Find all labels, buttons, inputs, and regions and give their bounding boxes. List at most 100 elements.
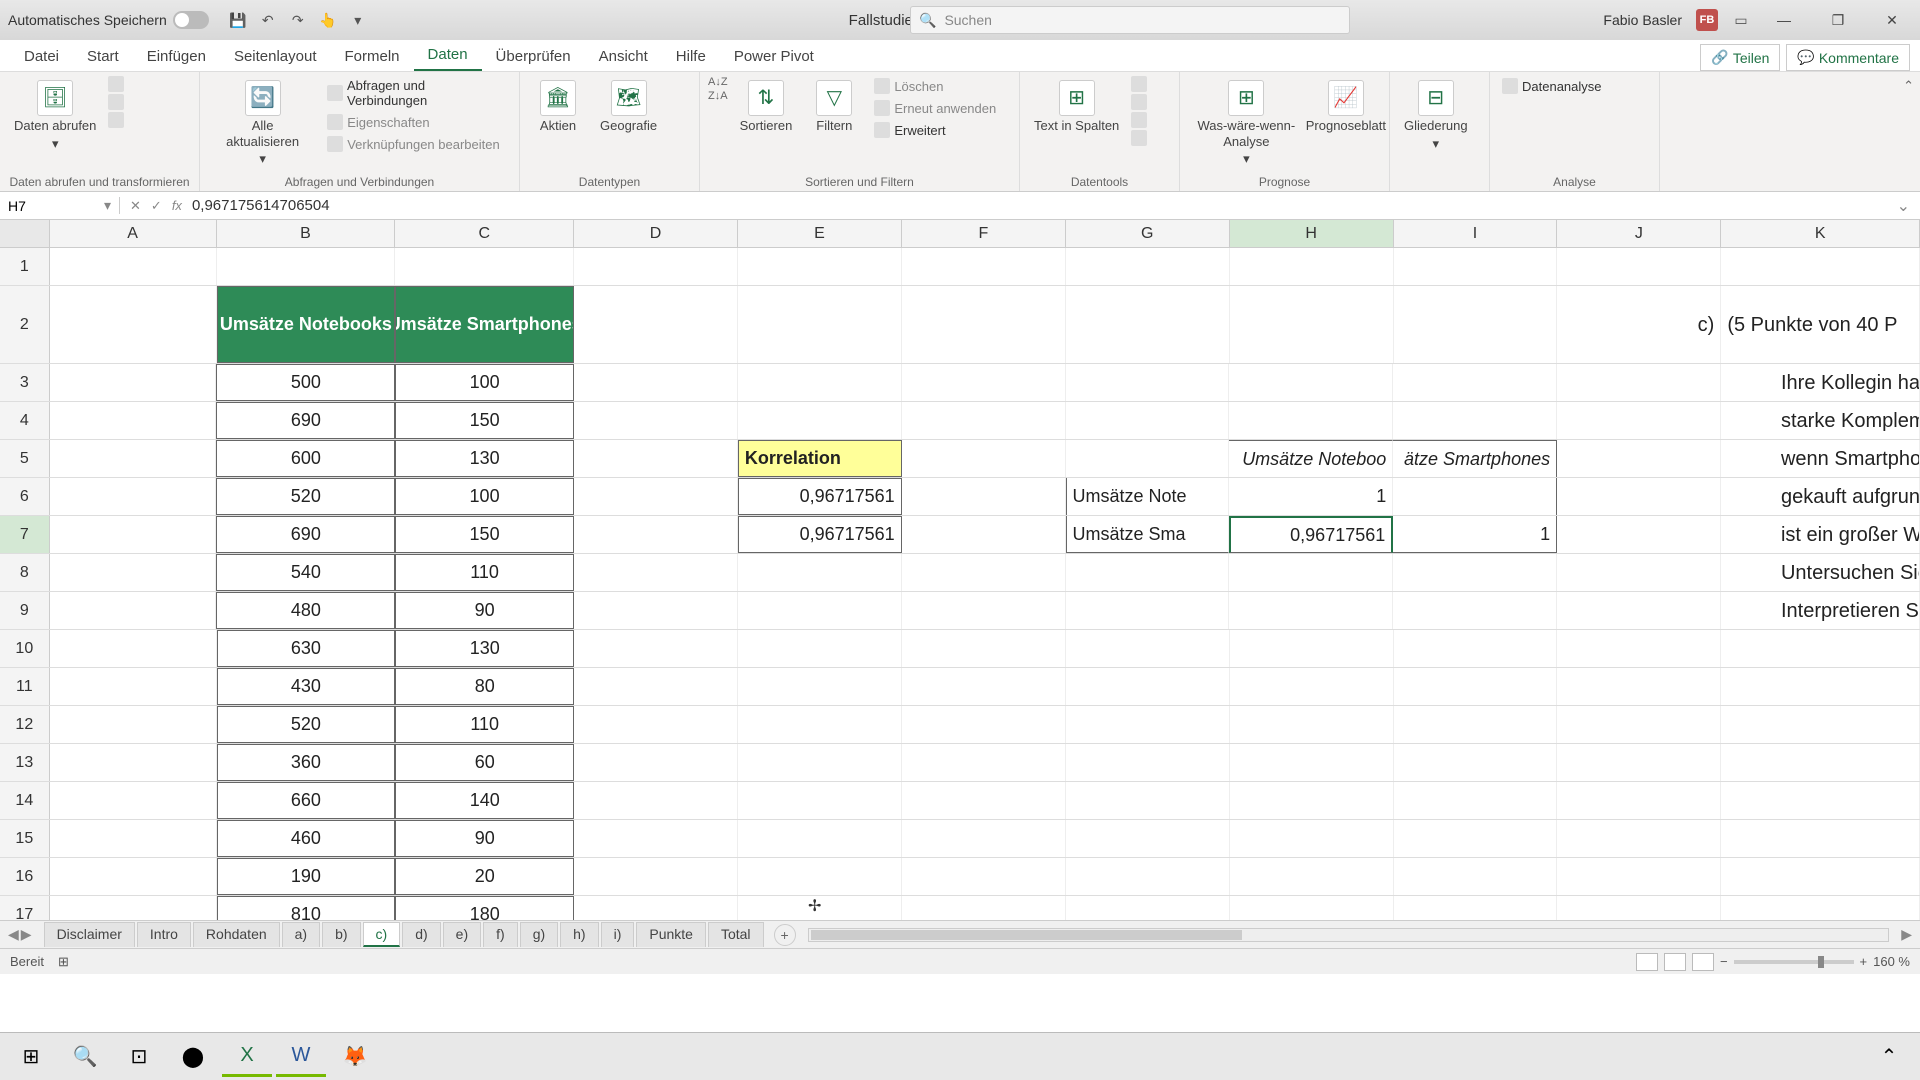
cell[interactable] (1721, 630, 1920, 667)
scroll-right-icon[interactable]: ▶ (1901, 926, 1912, 943)
cell[interactable] (574, 592, 738, 629)
sheet-tab[interactable]: f) (483, 922, 518, 947)
cell[interactable] (1557, 896, 1721, 920)
col-header-i[interactable]: I (1394, 220, 1558, 247)
cell[interactable] (1229, 402, 1393, 439)
row-header[interactable]: 2 (0, 286, 50, 363)
cell[interactable] (738, 554, 902, 591)
formula-input[interactable] (192, 197, 1877, 214)
qat-dropdown-icon[interactable]: ▾ (349, 11, 367, 29)
text-to-columns-button[interactable]: ⊞Text in Spalten (1028, 76, 1125, 138)
cell[interactable] (1066, 554, 1230, 591)
cell[interactable]: 90 (395, 592, 574, 629)
cell[interactable] (738, 744, 902, 781)
cell[interactable] (1230, 820, 1394, 857)
cell[interactable] (1557, 478, 1721, 515)
cell[interactable] (902, 402, 1066, 439)
sheet-tab[interactable]: g) (520, 922, 558, 947)
cell[interactable] (738, 896, 902, 920)
cell[interactable]: 600 (216, 440, 395, 477)
task-view-icon[interactable]: ⊡ (114, 1037, 164, 1077)
cell[interactable] (50, 592, 217, 629)
excel-taskbar-icon[interactable]: X (222, 1037, 272, 1077)
cell[interactable] (1066, 858, 1230, 895)
undo-icon[interactable]: ↶ (259, 11, 277, 29)
cell[interactable] (902, 286, 1066, 363)
cell[interactable] (1066, 896, 1230, 920)
cell[interactable]: 690 (216, 402, 395, 439)
cell[interactable] (1066, 744, 1230, 781)
cell[interactable]: wenn Smartphone (1721, 440, 1920, 477)
cell[interactable] (1557, 248, 1721, 285)
sheet-tab[interactable]: i) (601, 922, 635, 947)
sheet-tab[interactable]: Intro (137, 922, 191, 947)
touch-mode-icon[interactable]: 👆 (319, 11, 337, 29)
cell[interactable]: Umsätze Note (1066, 478, 1230, 515)
cell[interactable] (738, 402, 902, 439)
cell[interactable] (574, 896, 738, 920)
cell[interactable] (1721, 896, 1920, 920)
cell[interactable] (1394, 668, 1558, 705)
cell[interactable] (574, 402, 738, 439)
cell[interactable]: 150 (395, 402, 574, 439)
tab-seitenlayout[interactable]: Seitenlayout (220, 42, 331, 71)
row-header[interactable]: 13 (0, 744, 50, 781)
row-header[interactable]: 14 (0, 782, 50, 819)
cell[interactable] (1394, 744, 1558, 781)
row-header[interactable]: 7 (0, 516, 50, 553)
close-button[interactable]: ✕ (1872, 5, 1912, 35)
cell[interactable] (1721, 858, 1920, 895)
cell[interactable] (1557, 364, 1721, 401)
stocks-button[interactable]: 🏛Aktien (528, 76, 588, 138)
row-header[interactable]: 8 (0, 554, 50, 591)
cell[interactable]: 110 (395, 554, 574, 591)
cell[interactable] (574, 364, 738, 401)
share-button[interactable]: 🔗 Teilen (1700, 44, 1780, 71)
cell[interactable] (395, 248, 574, 285)
cell[interactable] (902, 668, 1066, 705)
col-header-c[interactable]: C (395, 220, 574, 247)
outline-button[interactable]: ⊟Gliederung ▾ (1398, 76, 1474, 155)
save-icon[interactable]: 💾 (229, 11, 247, 29)
accessibility-icon[interactable]: ⊞ (58, 954, 69, 970)
cell[interactable]: 1 (1229, 478, 1393, 515)
cell[interactable] (902, 858, 1066, 895)
cell[interactable] (574, 706, 738, 743)
col-header-b[interactable]: B (217, 220, 396, 247)
cell[interactable] (217, 248, 396, 285)
cell[interactable]: 500 (216, 364, 395, 401)
search-taskbar-icon[interactable]: 🔍 (60, 1037, 110, 1077)
cell[interactable] (738, 820, 902, 857)
cell[interactable] (1066, 402, 1230, 439)
reapply-button[interactable]: Erneut anwenden (870, 98, 1000, 118)
cell[interactable]: 110 (395, 706, 574, 743)
cell[interactable] (1557, 782, 1721, 819)
tab-start[interactable]: Start (73, 42, 133, 71)
cell[interactable] (902, 364, 1066, 401)
cell[interactable] (902, 516, 1066, 553)
cell[interactable]: starke Komplemen (1721, 402, 1920, 439)
cell[interactable] (574, 554, 738, 591)
consolidate-icon[interactable] (1131, 130, 1147, 146)
cell[interactable]: Umsätze Noteboo (1229, 440, 1393, 477)
cell[interactable]: Interpretieren Sie d (1721, 592, 1920, 629)
sheet-tab[interactable]: Disclaimer (44, 922, 135, 947)
user-avatar[interactable]: FB (1696, 9, 1718, 31)
tab-einfuegen[interactable]: Einfügen (133, 42, 220, 71)
from-text-icon[interactable] (108, 76, 124, 92)
autosave-toggle[interactable]: Automatisches Speichern (8, 11, 209, 29)
cell[interactable]: 690 (216, 516, 395, 553)
cell[interactable] (574, 820, 738, 857)
cell[interactable]: 140 (395, 782, 574, 819)
row-header[interactable]: 10 (0, 630, 50, 667)
cell[interactable]: 360 (217, 744, 396, 781)
cell[interactable] (1066, 630, 1230, 667)
collapse-ribbon-icon[interactable]: ⌃ (1903, 78, 1914, 94)
cell[interactable]: 80 (395, 668, 574, 705)
queries-connections-button[interactable]: Abfragen und Verbindungen (323, 76, 511, 110)
row-header[interactable]: 12 (0, 706, 50, 743)
cell[interactable] (738, 286, 902, 363)
tab-ueberpruefen[interactable]: Überprüfen (482, 42, 585, 71)
cell[interactable]: 460 (217, 820, 396, 857)
cell[interactable]: 90 (395, 820, 574, 857)
